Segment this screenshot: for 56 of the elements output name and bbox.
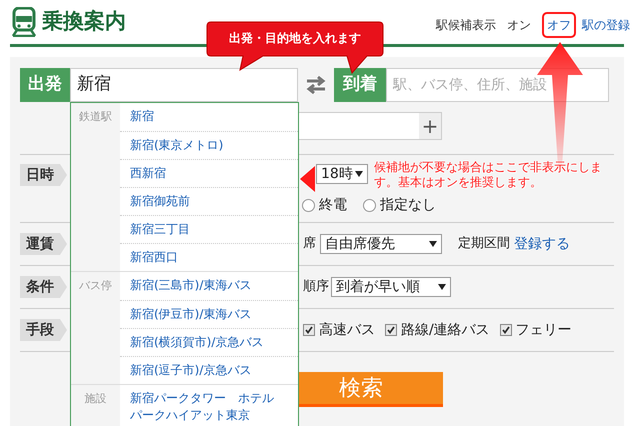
swap-icon[interactable] — [305, 74, 327, 96]
suggestion-item[interactable]: 新宿(三島市)/東海バス — [120, 272, 298, 300]
radio-label: 指定なし — [380, 196, 436, 215]
app-title: 乗換案内 — [42, 8, 126, 36]
category-label: 鉄道駅 — [79, 109, 112, 125]
from-label: 出発 — [20, 68, 70, 102]
row-label: 条件 — [20, 276, 67, 298]
checkbox-label: 路線/連絡バス — [401, 320, 490, 340]
commuter-label: 定期区間 — [458, 235, 510, 254]
check-icon — [305, 326, 313, 334]
from-input[interactable]: 新宿 — [70, 68, 298, 102]
suggestion-item[interactable]: 新宿(東京メトロ) — [120, 131, 298, 159]
seat-label: 席 — [303, 235, 316, 254]
radio-button[interactable] — [302, 199, 315, 212]
left-arrow-icon — [300, 166, 315, 192]
display-option[interactable]: オン — [507, 18, 531, 32]
suggestion-item[interactable]: 新宿(伊豆市)/東海バス — [120, 300, 298, 328]
checkbox[interactable] — [385, 324, 397, 336]
checkbox-label: 高速バス — [319, 320, 375, 340]
check-icon — [387, 326, 395, 334]
commuter-register-link[interactable]: 登録する — [514, 234, 570, 254]
checkbox[interactable] — [303, 324, 315, 336]
suggestion-item[interactable]: 新宿 — [120, 103, 298, 131]
suggestion-item[interactable]: 西新宿 — [120, 159, 298, 187]
seat-select[interactable]: 自由席優先 — [320, 234, 442, 254]
suggestion-item[interactable]: 新宿(横須賀市)/京急バス — [120, 328, 298, 356]
caret-icon — [429, 241, 437, 247]
suggestion-item[interactable]: 新宿(逗子市)/京急バス — [120, 356, 298, 384]
register-station-link[interactable]: 駅の登録 — [582, 16, 630, 34]
row-label: 運賃 — [20, 233, 67, 255]
to-input[interactable]: 駅、バス停、住所、施設 — [386, 68, 609, 102]
order-label: 順序 — [303, 278, 329, 296]
callout-text: 出発・目的地を入れます — [228, 30, 362, 47]
order-select[interactable]: 到着が早い順 — [331, 277, 451, 297]
category-label: バス停 — [79, 278, 112, 294]
hour-select[interactable]: 18時 — [316, 164, 368, 184]
highlight-frame — [542, 12, 576, 38]
row-label: 手段 — [20, 319, 67, 341]
suggestion-item[interactable]: 新宿西口 — [120, 243, 298, 271]
station-hint-label: 駅候補表示 — [436, 17, 496, 34]
annotation-text: 候補地が不要な場合はここで非表示にします。基本はオンを推奨します。 — [374, 160, 603, 190]
caret-icon — [355, 171, 363, 177]
train-icon — [12, 7, 36, 37]
row-label: 日時 — [20, 164, 67, 186]
radio-button[interactable] — [363, 199, 376, 212]
category-label: 施設 — [84, 391, 106, 407]
caret-icon — [438, 284, 446, 290]
check-icon — [502, 326, 510, 334]
checkbox-label: フェリー — [516, 320, 572, 340]
radio-label: 終電 — [319, 196, 347, 215]
add-via-button[interactable]: + — [419, 113, 441, 139]
checkbox[interactable] — [500, 324, 512, 336]
suggestion-item[interactable]: 新宿御苑前 — [120, 187, 298, 215]
display-option[interactable]: オフ — [547, 18, 571, 32]
to-label: 到着 — [334, 68, 386, 102]
suggestion-item[interactable]: 新宿三丁目 — [120, 215, 298, 243]
